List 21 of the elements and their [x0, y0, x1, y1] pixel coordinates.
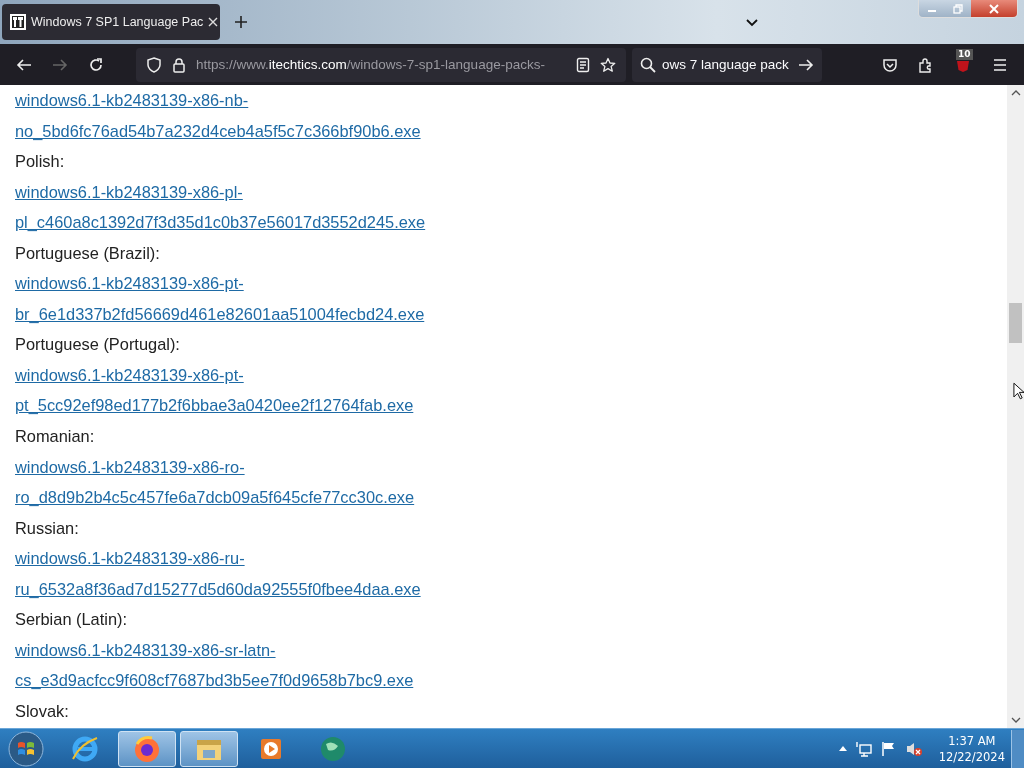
language-label: Slovak: — [15, 700, 70, 722]
address-bar[interactable]: https://www.itechtics.com/windows-7-sp1-language-packs- — [136, 47, 626, 82]
language-label: Romanian: — [15, 426, 96, 447]
download-link[interactable]: windows6.1-kb2483139-x86-ru-ru_6532a8f36ad7d15277d5d60da92555f0fbee4daa.exe — [15, 543, 495, 605]
browser-tab[interactable]: Windows 7 SP1 Language Pac — [2, 4, 220, 40]
download-link[interactable]: windows6.1-kb2483139-x86-pt-br_6e1d337b2fd56669d461e82601aa51004fecbd24.exe — [15, 268, 495, 330]
download-link[interactable]: windows6.1-kb2483139-x86-nb-no_5bd6fc76ad54b7a232d4ceb4a5f5c7c366bf90b6.exe — [15, 85, 495, 147]
download-link[interactable]: windows6.1-kb2483139-x86-pl-pl_c460a8c1392d7f3d35d1c0b37e56017d3552d245.exe — [15, 176, 495, 238]
search-field[interactable]: ows 7 language pack — [632, 47, 822, 82]
language-label: Portuguese (Brazil): — [15, 242, 161, 264]
download-link[interactable]: windows6.1-kb2483139-x86-ro-ro_d8d9b2b4c5c457fe6a7dcb09a5f645cfe77cc30c.exe — [15, 451, 495, 513]
url-text: https://www.itechtics.com/windows-7-sp1-language-packs- — [196, 57, 546, 72]
download-link[interactable]: windows6.1-kb2483139-x86-sr-latn-cs_e3d9acfcc9f608cf7687bd3b5ee7f0d9658b7bc9.exe — [15, 634, 495, 696]
language-label: Polish: — [15, 151, 66, 173]
count-badge: 10 — [956, 48, 973, 60]
language-label: Russian: — [15, 517, 80, 539]
language-label: Portuguese (Portugal): — [15, 334, 181, 356]
clock[interactable]: 1:37 AM 12/22/2024 — [938, 732, 1005, 765]
language-label: Serbian (Latin): — [15, 609, 129, 631]
tab-title: Windows 7 SP1 Language Pac — [31, 15, 204, 29]
download-link[interactable]: windows6.1-kb2483139-x86-pt-pt_5cc92ef98ed177b2f6bbae3a0420ee2f12764fab.exe — [15, 359, 495, 421]
